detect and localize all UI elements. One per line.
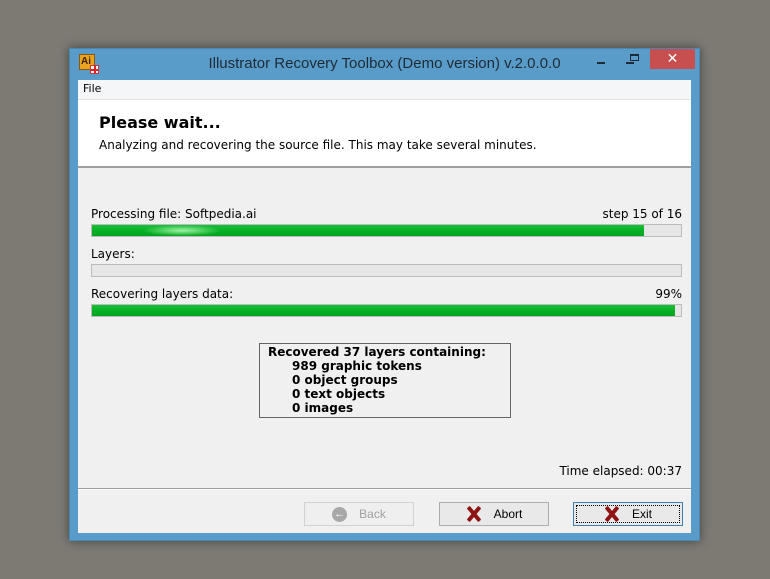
page-title: Please wait... xyxy=(99,113,221,132)
maximize-button[interactable] xyxy=(617,49,650,69)
stats-line: 0 images xyxy=(292,401,354,415)
client-area: File Please wait... Analyzing and recove… xyxy=(78,80,691,533)
maximize-icon xyxy=(630,54,639,61)
page-subtitle: Analyzing and recovering the source file… xyxy=(99,138,537,152)
close-icon: ✕ xyxy=(666,51,679,67)
progress-glow xyxy=(142,225,222,236)
red-x-icon xyxy=(466,506,482,522)
back-button-label: Back xyxy=(359,507,386,521)
minimize-button-glyph[interactable] xyxy=(586,49,616,69)
menu-bar: File xyxy=(78,80,691,100)
stats-line: 0 object groups xyxy=(292,373,398,387)
footer-divider xyxy=(78,488,691,490)
abort-button-label: Abort xyxy=(493,507,523,521)
back-button[interactable]: ← Back xyxy=(304,502,414,526)
back-arrow-icon: ← xyxy=(332,506,348,522)
recovering-progress-fill xyxy=(92,305,676,316)
file-progress-status: step 15 of 16 xyxy=(602,207,682,221)
recovering-progress-status: 99% xyxy=(655,287,682,301)
recovering-progress-bar xyxy=(91,304,682,317)
menu-file[interactable]: File xyxy=(83,82,101,95)
minimize-icon xyxy=(597,62,605,64)
title-bar[interactable]: Ai Illustrator Recovery Toolbox (Demo ve… xyxy=(70,49,699,80)
stats-line: 989 graphic tokens xyxy=(292,359,422,373)
stats-line: 0 text objects xyxy=(292,387,386,401)
close-button[interactable]: ✕ xyxy=(650,49,695,69)
red-x-icon xyxy=(604,506,620,522)
file-progress-bar xyxy=(91,224,682,237)
recovery-stats-box: Recovered 37 layers containing: 989 grap… xyxy=(259,343,511,418)
abort-button[interactable]: Abort xyxy=(439,502,549,526)
layers-progress-bar xyxy=(91,264,682,277)
exit-button[interactable]: Exit xyxy=(573,502,683,526)
layers-progress-label: Layers: xyxy=(91,247,135,261)
app-window: Ai Illustrator Recovery Toolbox (Demo ve… xyxy=(69,48,700,541)
file-progress-label: Processing file: Softpedia.ai xyxy=(91,207,257,221)
wizard-header: Please wait... Analyzing and recovering … xyxy=(78,100,691,168)
time-elapsed: Time elapsed: 00:37 xyxy=(559,464,682,478)
focus-rectangle xyxy=(576,505,680,523)
recovering-progress-label: Recovering layers data: xyxy=(91,287,234,301)
stats-heading: Recovered 37 layers containing: xyxy=(268,345,486,359)
